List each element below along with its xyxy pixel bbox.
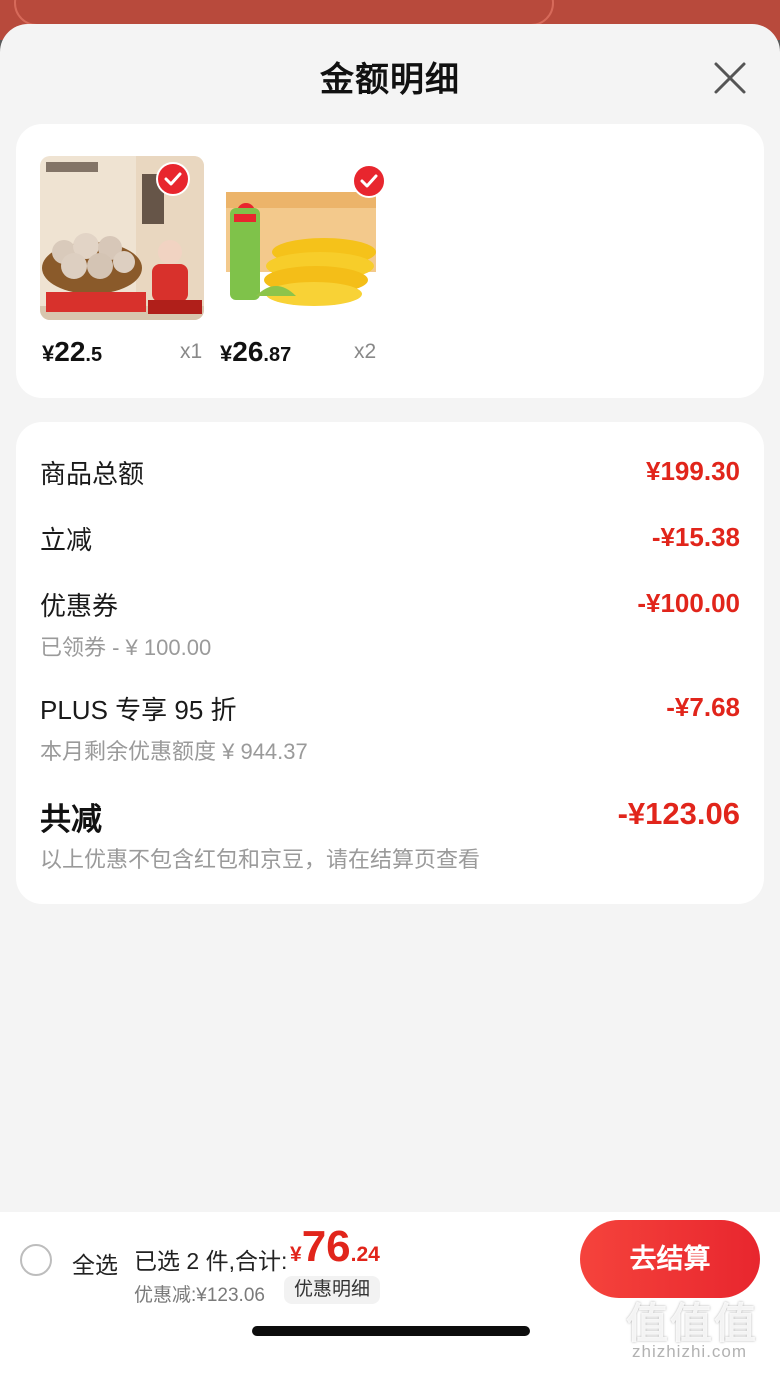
sheet-title: 金额明细 — [320, 61, 460, 99]
products-card: ¥22.5 x1 ¥26.87 x2 — [16, 124, 764, 398]
select-all-label[interactable]: 全选 — [72, 1246, 118, 1280]
home-indicator — [252, 1326, 530, 1336]
selected-check-icon — [156, 162, 190, 196]
coupon-label: 优惠券 — [40, 591, 119, 621]
product-price: ¥26.87 — [220, 336, 292, 367]
goods-total-value: ¥199.30 — [646, 456, 740, 486]
plus-remaining-quota: 本月剩余优惠额度 ¥ 944.37 — [40, 739, 308, 764]
selected-check-icon — [352, 164, 386, 198]
instant-cut-value: -¥15.38 — [651, 522, 740, 552]
price-detail-card: 商品总额 ¥199.30 立减 -¥15.38 优惠券 -¥100.00 已领券… — [16, 422, 764, 904]
close-icon — [714, 62, 746, 94]
checkout-button[interactable]: 去结算 — [580, 1220, 760, 1298]
total-price: ¥76.24 — [290, 1222, 380, 1271]
background-banner — [14, 0, 554, 26]
total-cut-label: 共减 — [40, 802, 102, 837]
instant-cut-label: 立减 — [40, 525, 93, 555]
coupon-subtext: 已领券 - ¥ 100.00 — [40, 635, 212, 660]
amount-detail-sheet: 金额明细 ¥22.5 x1 ¥26.87 x2 商品总额 ¥199.30 立减 … — [0, 24, 780, 1376]
product-quantity: x2 — [354, 340, 377, 363]
product-price: ¥22.5 — [42, 336, 103, 367]
discount-detail-button[interactable]: 优惠明细 — [284, 1276, 381, 1304]
watermark-url: zhizhizhi.com — [632, 1342, 748, 1361]
select-all-radio[interactable] — [20, 1244, 52, 1276]
product-quantity: x1 — [180, 340, 203, 363]
plus-discount-label: PLUS 专享 95 折 — [40, 695, 237, 725]
coupon-value: -¥100.00 — [637, 588, 740, 618]
total-cut-note: 以上优惠不包含红包和京豆，请在结算页查看 — [40, 847, 481, 872]
selected-count-text: 已选 2 件,合计: — [134, 1248, 288, 1274]
plus-discount-value: -¥7.68 — [666, 692, 740, 722]
close-button[interactable] — [708, 56, 752, 100]
goods-total-label: 商品总额 — [40, 459, 145, 489]
watermark-logo: 值值值 zhizhizhi.com — [626, 1290, 774, 1370]
discount-summary: 优惠减:¥123.06 — [134, 1285, 265, 1306]
total-cut-value: -¥123.06 — [617, 796, 740, 831]
